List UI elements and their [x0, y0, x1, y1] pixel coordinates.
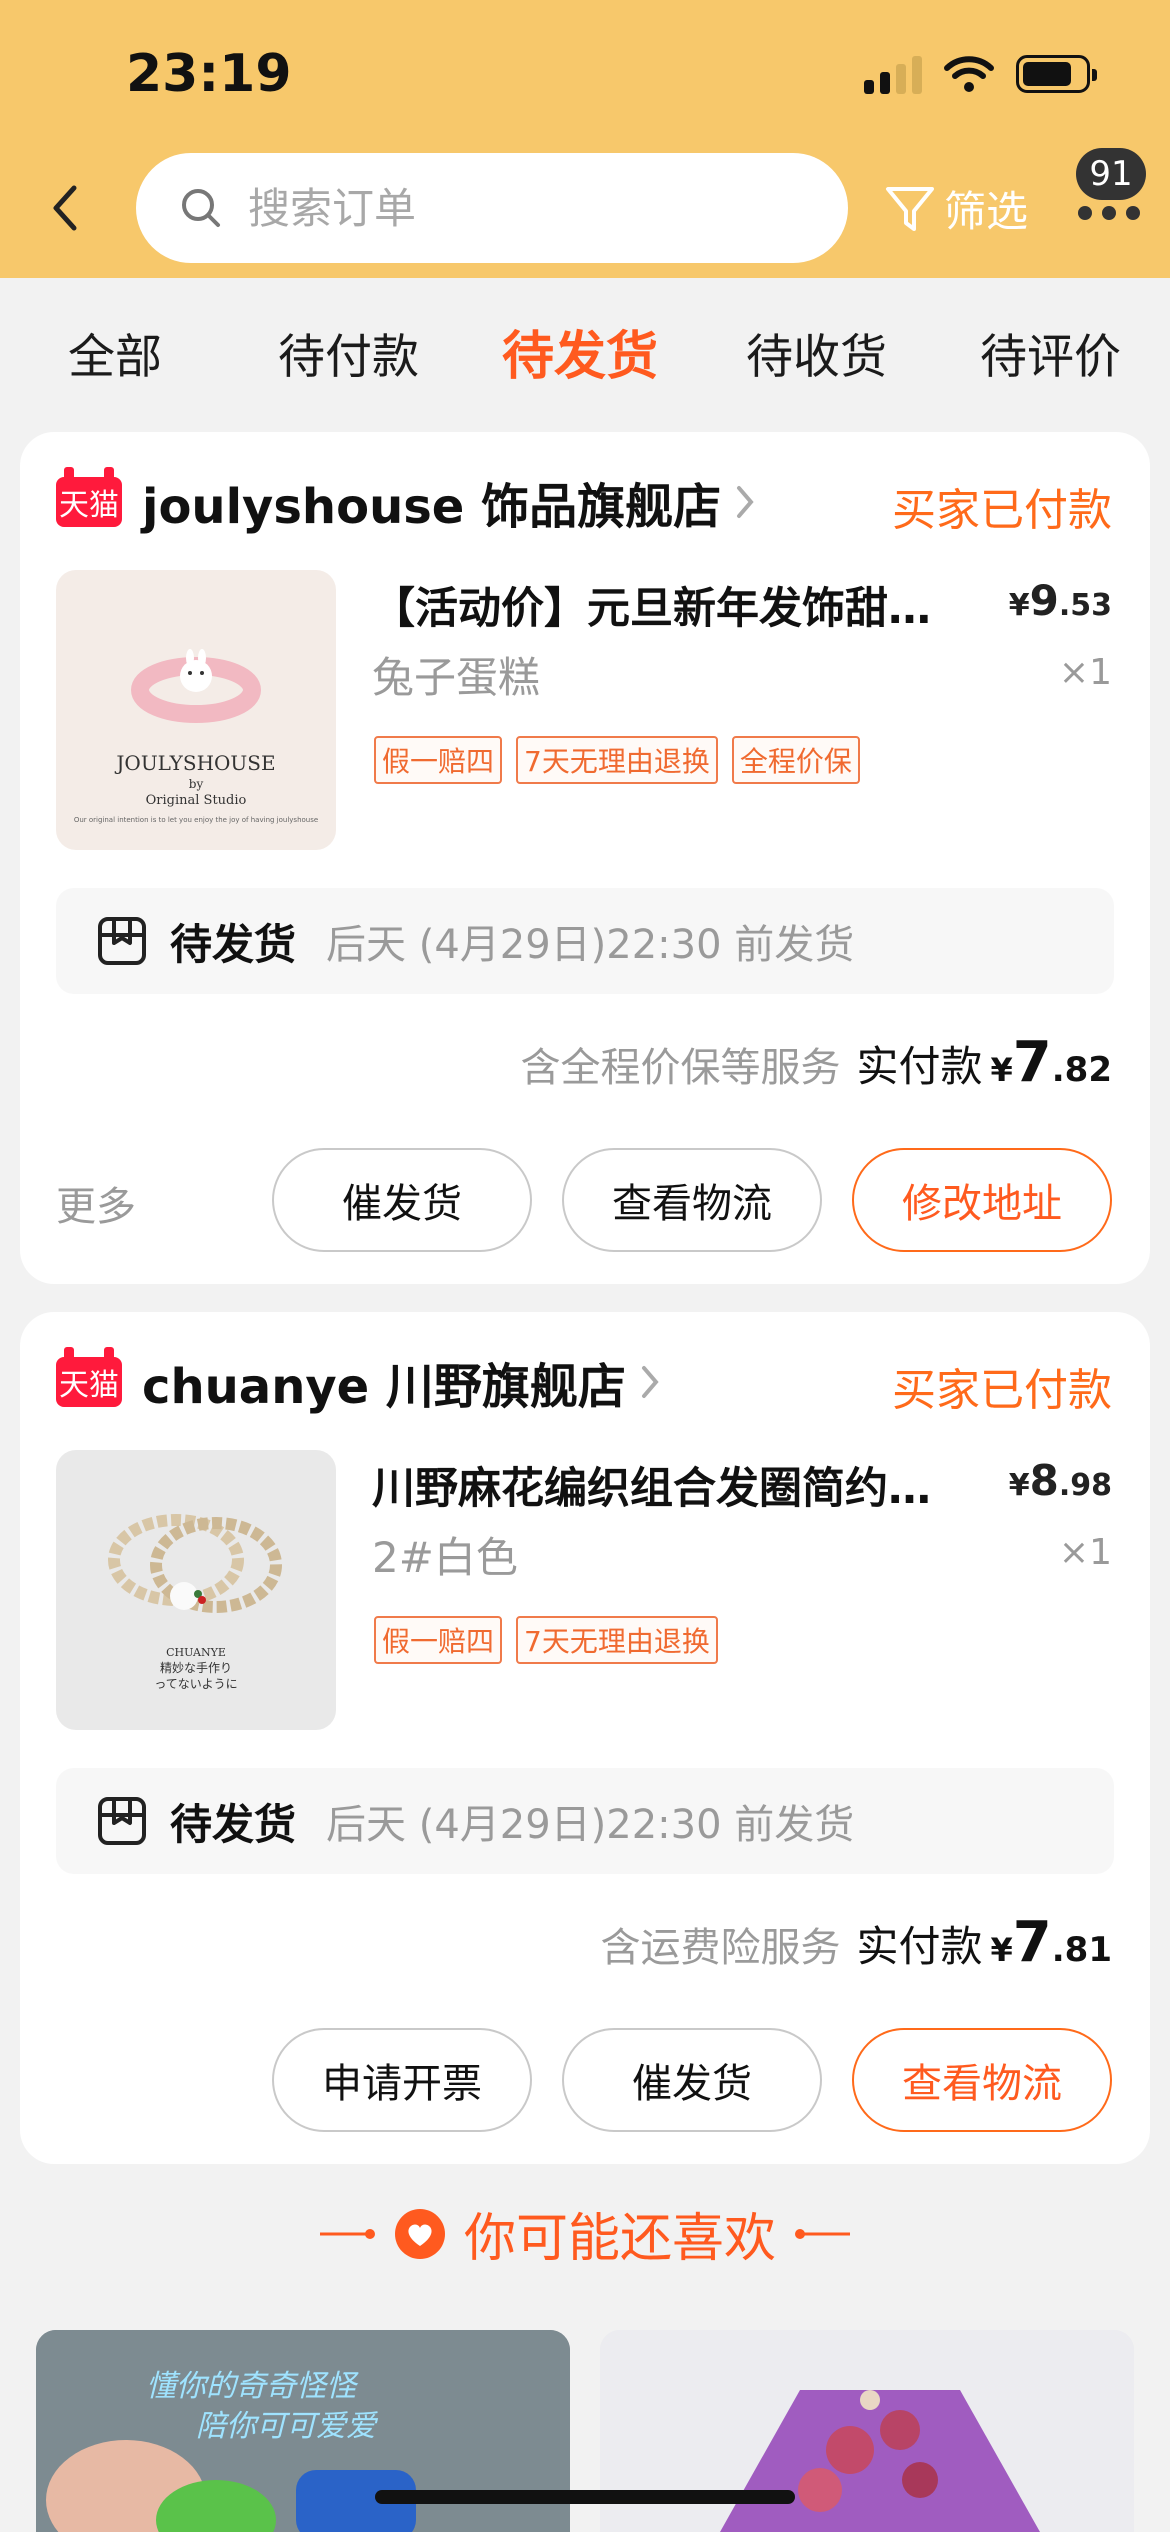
- divider-right-icon: [795, 2228, 850, 2239]
- shipping-status-label: 待发货: [170, 919, 297, 969]
- product-image[interactable]: CHUANYE 精妙な手作り ってないように: [56, 1450, 336, 1730]
- service-tag: 7天无理由退换: [516, 736, 718, 784]
- more-dots-icon: [1078, 206, 1140, 220]
- product-title[interactable]: 【活动价】元旦新年发饰甜…: [372, 574, 962, 636]
- filter-button[interactable]: 筛选: [884, 178, 1028, 239]
- paid-label: 实付款: [856, 1042, 983, 1091]
- order-total: 含运费险服务 实付款 ¥7.81: [601, 1910, 1112, 1975]
- product-variant: 2#白色: [372, 1533, 518, 1582]
- svg-text:陪你可可爱爱: 陪你可可爱爱: [196, 2409, 379, 2444]
- svg-text:Our original intention is to l: Our original intention is to let you enj…: [74, 816, 318, 824]
- search-bar[interactable]: [136, 153, 848, 263]
- paid-amount: ¥7.81: [990, 1910, 1112, 1975]
- service-tag: 假一赔四: [374, 1616, 503, 1664]
- status-icons: [864, 54, 1097, 94]
- order-tabs: 全部 待付款 待发货 待收货 待评价: [0, 278, 1170, 418]
- chevron-left-icon: [53, 185, 77, 231]
- order-status: 买家已付款: [892, 1365, 1112, 1416]
- recommend-header: 你可能还喜欢: [0, 2196, 1170, 2271]
- divider-left-icon: [319, 2228, 375, 2239]
- signal-icon: [864, 54, 922, 94]
- search-icon: [182, 189, 220, 227]
- svg-text:ってないように: ってないように: [154, 1677, 237, 1691]
- order-card: 天猫 joulyshouse 饰品旗舰店 买家已付款 JOULYSHOUSE b…: [20, 432, 1150, 1284]
- shipping-status-box[interactable]: 待发货 后天 (4月29日)22:30 前发货: [56, 888, 1114, 994]
- header: 23:19 筛选 91: [0, 0, 1170, 278]
- service-note: 含全程价保等服务: [520, 1045, 841, 1091]
- filter-icon: [886, 186, 934, 231]
- service-tag: 假一赔四: [374, 736, 503, 784]
- product-image-hairtie: JOULYSHOUSE by Original Studio Our origi…: [74, 649, 318, 824]
- shipping-deadline: 后天 (4月29日)22:30 前发货: [326, 922, 855, 968]
- recommend-title: 你可能还喜欢: [463, 2209, 776, 2269]
- package-icon: [98, 917, 146, 965]
- shop-header[interactable]: 天猫 chuanye 川野旗舰店: [56, 1347, 660, 1415]
- product-image[interactable]: JOULYSHOUSE by Original Studio Our origi…: [56, 570, 336, 850]
- svg-text:by: by: [189, 777, 204, 791]
- product-image-braided-hairties: CHUANYE 精妙な手作り ってないように: [108, 1514, 282, 1691]
- product-quantity: ×1: [1058, 1532, 1112, 1573]
- paid-amount: ¥7.82: [990, 1030, 1112, 1095]
- svg-text:CHUANYE: CHUANYE: [166, 1646, 226, 1659]
- order-status: 买家已付款: [892, 485, 1112, 536]
- product-title[interactable]: 川野麻花编织组合发圈简约…: [372, 1454, 962, 1516]
- change-address-button[interactable]: 修改地址: [852, 1148, 1112, 1252]
- tab-pending-shipment[interactable]: 待发货: [502, 314, 658, 389]
- status-time: 23:19: [126, 44, 292, 104]
- tab-pending-payment[interactable]: 待付款: [278, 318, 419, 387]
- shipping-deadline: 后天 (4月29日)22:30 前发货: [326, 1802, 855, 1848]
- package-icon: [98, 1797, 146, 1845]
- tab-all[interactable]: 全部: [68, 318, 162, 387]
- shipping-status-box[interactable]: 待发货 后天 (4月29日)22:30 前发货: [56, 1768, 1114, 1874]
- service-tag: 7天无理由退换: [516, 1616, 718, 1664]
- svg-text:懂你的奇奇怪怪: 懂你的奇奇怪怪: [146, 2369, 359, 2404]
- view-logistics-button[interactable]: 查看物流: [852, 2028, 1112, 2132]
- chevron-right-icon: [640, 1364, 660, 1400]
- service-note: 含运费险服务: [600, 1925, 841, 1971]
- home-indicator: [375, 2490, 795, 2504]
- service-tags: 假一赔四 7天无理由退换: [374, 1616, 718, 1664]
- urge-shipment-button[interactable]: 催发货: [562, 2028, 822, 2132]
- product-quantity: ×1: [1058, 652, 1112, 693]
- tab-pending-receipt[interactable]: 待收货: [746, 318, 887, 387]
- order-card: 天猫 chuanye 川野旗舰店 买家已付款 CHUANYE 精妙な手作り って…: [20, 1312, 1150, 2164]
- service-tags: 假一赔四 7天无理由退换 全程价保: [374, 736, 860, 784]
- svg-text:Original Studio: Original Studio: [146, 793, 247, 808]
- shop-header[interactable]: 天猫 joulyshouse 饰品旗舰店: [56, 467, 755, 535]
- paid-label: 实付款: [856, 1922, 983, 1971]
- shop-name: chuanye 川野旗舰店: [142, 1359, 626, 1415]
- search-input[interactable]: [248, 183, 808, 233]
- message-count-badge: 91: [1076, 148, 1146, 200]
- tmall-badge: 天猫: [56, 467, 122, 527]
- tab-pending-review[interactable]: 待评价: [980, 318, 1121, 387]
- more-menu-button[interactable]: 91: [1072, 148, 1146, 248]
- svg-text:JOULYSHOUSE: JOULYSHOUSE: [114, 751, 275, 775]
- request-invoice-button[interactable]: 申请开票: [272, 2028, 532, 2132]
- tmall-badge: 天猫: [56, 1347, 122, 1407]
- product-variant: 兔子蛋糕: [372, 653, 541, 702]
- more-actions-link[interactable]: 更多: [56, 1174, 136, 1232]
- urge-shipment-button[interactable]: 催发货: [272, 1148, 532, 1252]
- product-price: ¥8.98: [1008, 1456, 1112, 1505]
- service-tag: 全程价保: [731, 736, 860, 784]
- svg-text:精妙な手作り: 精妙な手作り: [160, 1661, 232, 1675]
- product-price: ¥9.53: [1008, 576, 1112, 625]
- shop-name: joulyshouse 饰品旗舰店: [142, 479, 722, 535]
- filter-label: 筛选: [944, 187, 1029, 236]
- heart-icon: [394, 2208, 445, 2259]
- order-total: 含全程价保等服务 实付款 ¥7.82: [521, 1030, 1112, 1095]
- wifi-icon: [944, 56, 994, 92]
- shipping-status-label: 待发货: [170, 1799, 297, 1849]
- back-button[interactable]: [50, 178, 90, 238]
- battery-icon: [1016, 55, 1097, 93]
- view-logistics-button[interactable]: 查看物流: [562, 1148, 822, 1252]
- chevron-right-icon: [735, 484, 755, 520]
